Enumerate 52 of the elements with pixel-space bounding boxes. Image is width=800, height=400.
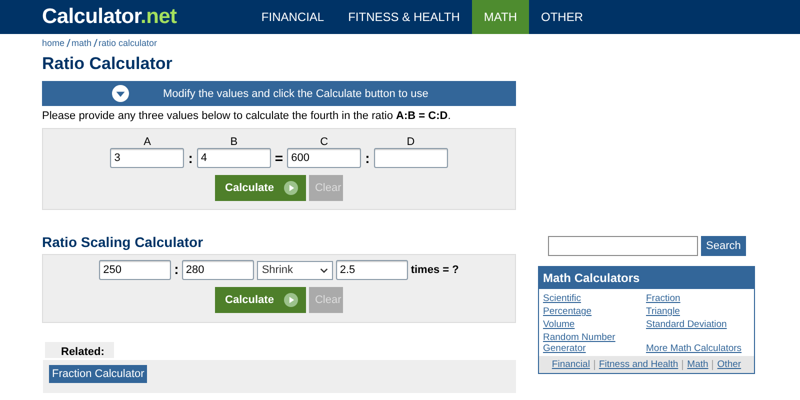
nav-tab[interactable]: FITNESS & HEALTH xyxy=(336,0,472,34)
breadcrumb-link[interactable]: math xyxy=(72,38,92,48)
input-field[interactable]: 280 xyxy=(182,260,254,280)
field-label: D xyxy=(406,136,415,148)
calculate-button[interactable]: Calculate xyxy=(215,175,306,201)
search-button[interactable]: Search xyxy=(701,236,746,256)
category-link[interactable]: Financial xyxy=(552,359,590,370)
instruction-banner[interactable]: Modify the values and click the Calculate button to use xyxy=(42,81,516,106)
chevron-down-icon xyxy=(320,268,328,272)
collapse-icon xyxy=(112,85,129,102)
input-field[interactable]: 4 xyxy=(196,148,271,168)
instruction-text: Please provide any three values below to calculate the fourth in the ratio A:B = C:D. xyxy=(42,110,452,122)
ratio-operator: : xyxy=(188,150,193,168)
field-label: A xyxy=(144,136,151,148)
input-field[interactable]: 2.5 xyxy=(336,260,408,280)
banner-text: Modify the values and click the Calculate button to use xyxy=(163,88,428,100)
play-icon xyxy=(284,181,298,195)
breadcrumb-link[interactable]: home xyxy=(42,38,65,48)
box-title: Math Calculators xyxy=(539,267,754,289)
category-link[interactable]: Other xyxy=(717,359,742,370)
input-field[interactable] xyxy=(374,148,448,168)
field-label: C xyxy=(320,136,328,148)
calculator-link[interactable]: Triangle xyxy=(646,306,750,317)
calculator-link[interactable]: Random Number Generator xyxy=(543,332,646,354)
calculator-link[interactable]: Standard Deviation xyxy=(646,319,750,330)
ratio-operator: = xyxy=(274,150,284,168)
calculator-link[interactable]: More Math Calculators xyxy=(646,343,750,354)
field-label: B xyxy=(230,136,238,148)
input-field[interactable]: 3 xyxy=(110,148,184,168)
mode-dropdown[interactable]: Shrink xyxy=(256,260,333,280)
calculator-link[interactable]: Volume xyxy=(543,319,646,330)
ratio-operator: : xyxy=(365,150,370,168)
input-field[interactable]: 600 xyxy=(287,148,362,168)
page-title: Ratio Calculator xyxy=(42,54,174,74)
result-label: times = ? xyxy=(410,264,459,276)
related-link[interactable]: Fraction Calculator xyxy=(49,365,148,383)
calculator-link[interactable]: Percentage xyxy=(543,306,646,317)
play-icon xyxy=(284,293,298,307)
nav-tab[interactable]: MATH xyxy=(472,0,529,34)
calculator-link[interactable]: Scientific xyxy=(543,293,646,304)
input-field[interactable]: 250 xyxy=(99,260,172,280)
ratio-operator: : xyxy=(174,261,179,279)
calculate-button[interactable]: Calculate xyxy=(215,287,306,313)
category-link[interactable]: Fitness and Health xyxy=(598,359,678,370)
category-link[interactable]: Math xyxy=(687,359,708,370)
nav-tab[interactable]: OTHER xyxy=(529,0,595,34)
section-title: Ratio Scaling Calculator xyxy=(42,234,204,250)
breadcrumb-link[interactable]: ratio calculator xyxy=(98,38,158,48)
site-logo[interactable]: Calculator.net xyxy=(42,5,177,29)
calculator-link[interactable]: Fraction xyxy=(646,293,750,304)
search-field[interactable] xyxy=(548,236,698,256)
nav-tab[interactable]: FINANCIAL xyxy=(249,0,336,34)
